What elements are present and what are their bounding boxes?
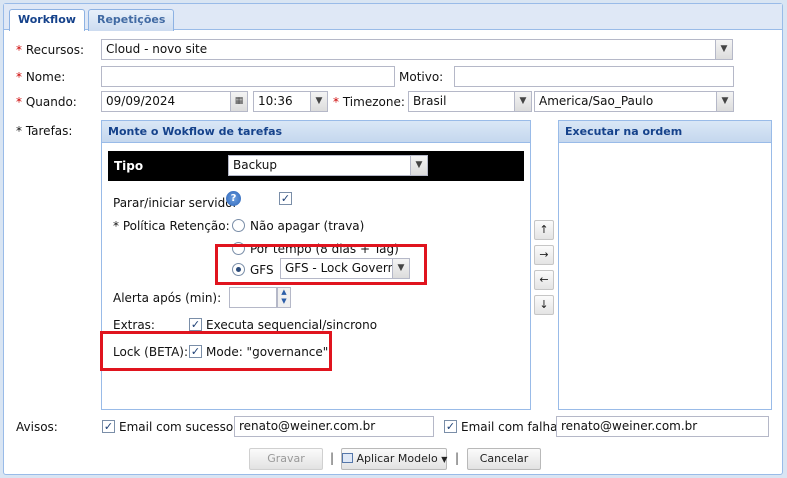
move-right-button[interactable]: → xyxy=(534,245,554,265)
time-select[interactable]: 10:36 ▼ xyxy=(253,91,328,112)
motivo-label: Motivo: xyxy=(399,70,444,84)
template-icon xyxy=(342,453,353,463)
chevron-down-icon[interactable]: ▼ xyxy=(716,92,733,111)
gravar-button[interactable]: Gravar xyxy=(249,448,323,470)
chevron-down-icon: ▼ xyxy=(441,455,448,464)
recursos-label: * Recursos: xyxy=(16,43,85,57)
nome-label: * Nome: xyxy=(16,70,66,84)
parar-label: Parar/iniciar servidor xyxy=(113,196,238,210)
avisos-label: Avisos: xyxy=(16,420,58,434)
tipo-bar: Tipo Backup ▼ xyxy=(108,151,524,181)
alerta-spinner[interactable]: ▲ ▼ xyxy=(277,287,291,308)
timezone-zone-select[interactable]: America/Sao_Paulo ▼ xyxy=(534,91,734,112)
calendar-icon[interactable]: ▦ xyxy=(230,92,247,111)
motivo-input[interactable] xyxy=(454,66,734,87)
move-down-button[interactable]: ↓ xyxy=(534,295,554,315)
tab-workflow[interactable]: Workflow xyxy=(9,9,85,31)
email-sucesso-label: Email com sucesso xyxy=(119,420,234,434)
tipo-label: Tipo xyxy=(114,159,144,173)
email-sucesso-checkbox[interactable]: ✓ xyxy=(102,420,115,433)
chevron-down-icon[interactable]: ▼ xyxy=(514,92,531,111)
chevron-down-icon[interactable]: ▼ xyxy=(715,40,732,59)
parar-checkbox[interactable]: ✓ xyxy=(279,192,292,205)
chevron-down-icon[interactable]: ▼ xyxy=(310,92,327,111)
timezone-country-select[interactable]: Brasil ▼ xyxy=(408,91,532,112)
recursos-select[interactable]: Cloud - novo site ▼ xyxy=(101,39,733,60)
nome-input[interactable] xyxy=(101,66,395,87)
email-falha-input[interactable]: renato@weiner.com.br xyxy=(556,416,769,437)
tab-repeticoes[interactable]: Repetições xyxy=(88,9,175,31)
radio-nao-apagar[interactable] xyxy=(232,219,245,232)
cancelar-button[interactable]: Cancelar xyxy=(467,448,541,470)
aplicar-modelo-button[interactable]: Aplicar Modelo ▼ xyxy=(341,448,447,470)
email-falha-label: Email com falha xyxy=(461,420,558,434)
move-up-button[interactable]: ↑ xyxy=(534,220,554,240)
help-icon[interactable]: ? xyxy=(226,191,241,206)
button-separator: | xyxy=(455,451,460,465)
quando-label: * Quando: xyxy=(16,95,77,109)
highlight-lock xyxy=(100,331,332,371)
tipo-select[interactable]: Backup ▼ xyxy=(228,155,428,176)
order-panel: Executar na ordem xyxy=(558,120,772,410)
email-falha-checkbox[interactable]: ✓ xyxy=(444,420,457,433)
extras-checkbox[interactable]: ✓ xyxy=(189,318,202,331)
tab-strip: Workflow Repetições xyxy=(4,4,782,31)
radio-nao-apagar-label: Não apagar (trava) xyxy=(250,219,365,233)
alerta-label: Alerta após (min): xyxy=(113,291,222,305)
date-input[interactable]: 09/09/2024 ▦ xyxy=(101,91,248,112)
alerta-input[interactable] xyxy=(229,287,277,308)
politica-label: * Política Retenção: xyxy=(113,219,230,233)
highlight-gfs xyxy=(215,244,427,285)
move-left-button[interactable]: ← xyxy=(534,270,554,290)
button-separator: | xyxy=(330,451,335,465)
chevron-down-icon[interactable]: ▼ xyxy=(410,156,427,175)
timezone-label: * Timezone: xyxy=(333,95,405,109)
workflow-panel-title: Monte o Wokflow de tarefas xyxy=(102,121,530,143)
workflow-window: Workflow Repetições * Recursos: Cloud - … xyxy=(3,3,783,475)
email-sucesso-input[interactable]: renato@weiner.com.br xyxy=(234,416,434,437)
tarefas-label: * Tarefas: xyxy=(16,124,73,138)
order-panel-title: Executar na ordem xyxy=(559,121,771,143)
